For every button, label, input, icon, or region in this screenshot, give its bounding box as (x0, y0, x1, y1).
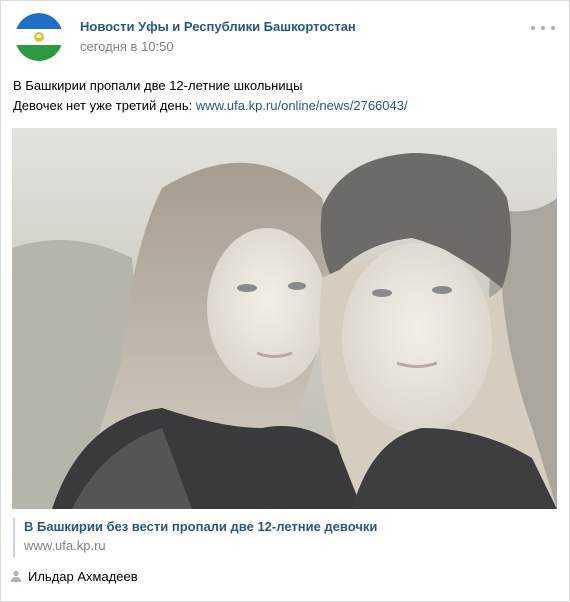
post-text: В Башкирии пропали две 12-летние школьни… (13, 76, 553, 116)
post-text-line2: Девочек нет уже третий день: www.ufa.kp.… (13, 96, 553, 116)
snippet-title[interactable]: В Башкирии без вести пропали две 12-летн… (24, 518, 377, 536)
snippet-domain: www.ufa.kp.ru (24, 538, 106, 553)
post-text-line1: В Башкирии пропали две 12-летние школьни… (13, 78, 303, 93)
author-name[interactable]: Ильдар Ахмадеев (28, 569, 138, 584)
link-snippet[interactable]: В Башкирии без вести пропали две 12-летн… (13, 518, 377, 558)
dot (531, 26, 535, 30)
dot (541, 26, 545, 30)
post-timestamp[interactable]: сегодня в 10:50 (80, 39, 174, 54)
group-avatar[interactable] (15, 13, 63, 61)
post-photo[interactable] (12, 128, 557, 509)
group-name-link[interactable]: Новости Уфы и Республики Башкортостан (80, 19, 356, 34)
dot (551, 26, 555, 30)
photo-image (12, 128, 557, 509)
post-author[interactable]: Ильдар Ахмадеев (10, 567, 138, 585)
bashkortostan-flag-icon (15, 13, 63, 61)
more-options-icon[interactable] (531, 23, 555, 33)
post-card: Новости Уфы и Республики Башкортостан се… (0, 0, 570, 602)
post-text-prefix: Девочек нет уже третий день: (13, 98, 196, 113)
user-icon (11, 570, 21, 582)
post-text-link[interactable]: www.ufa.kp.ru/online/news/2766043/ (196, 98, 408, 113)
